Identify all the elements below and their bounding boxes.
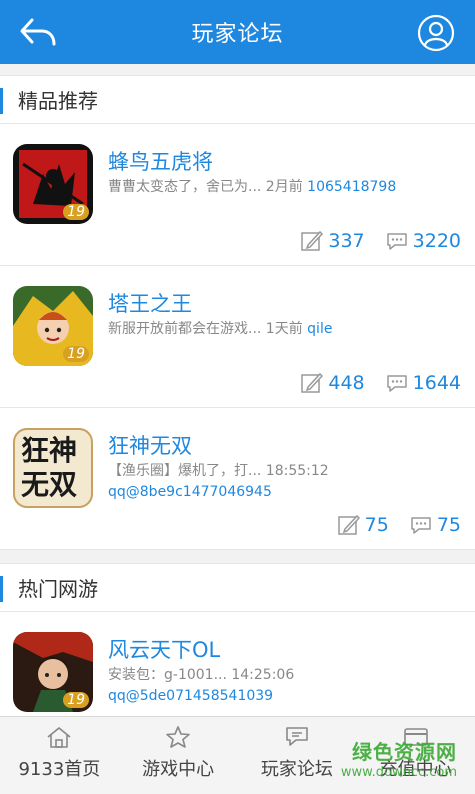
section-title-featured: 精品推荐 [0, 76, 475, 124]
top-bar: 玩家论坛 [0, 0, 475, 64]
game-badge: 19 [63, 346, 89, 362]
game-name: 蜂鸟五虎将 [108, 150, 213, 174]
section-gap [0, 64, 475, 76]
game-icon: 19 [13, 632, 93, 712]
item-stats: 337 3220 [300, 229, 461, 253]
comment-icon [386, 375, 407, 392]
game-icon: 狂神无双 [13, 428, 93, 508]
reply-count: 3220 [385, 229, 461, 253]
game-name: 塔王之王 [108, 292, 192, 316]
nav-item-label: 充值中心 [379, 759, 452, 780]
post-count-value: 448 [328, 372, 365, 394]
game-latest-post-text: 安装包：g-1001... 14:25:06 [108, 667, 295, 683]
comment-icon [411, 517, 431, 534]
edit-icon [337, 514, 360, 535]
post-count: 448 [300, 371, 365, 395]
game-latest-post-user: qq@5de071458541039 [108, 688, 274, 704]
reply-count: 1644 [385, 371, 461, 395]
game-icon: 19 [13, 286, 93, 366]
nav-item-label: 游戏中心 [142, 759, 215, 780]
post-count-value: 75 [364, 514, 389, 536]
game-latest-post: 曹曹太变态了，舍已为... 2月前 1065418798 [108, 176, 396, 196]
game-name: 风云天下OL [108, 638, 221, 662]
nav-item-forum[interactable]: 玩家论坛 [238, 717, 357, 794]
item-stats: 448 1644 [300, 371, 461, 395]
section-gap [0, 550, 475, 564]
page-title: 玩家论坛 [191, 22, 284, 47]
list-item[interactable]: 狂神无双 狂神无双 【渔乐圈】爆机了，打... 18:55:12 qq@8be9… [0, 408, 475, 550]
game-latest-post-text: 【渔乐圈】爆机了，打... 18:55:12 [108, 463, 329, 479]
comment-icon [386, 233, 407, 250]
list-item[interactable]: 19 风云天下OL 安装包：g-1001... 14:25:06 qq@5de0… [0, 612, 475, 716]
nav-item-recharge[interactable]: 充值中心 [356, 717, 475, 794]
post-count-value: 337 [328, 230, 365, 252]
nav-item-home[interactable]: 9133首页 [0, 717, 119, 794]
star-icon [166, 726, 190, 748]
bottom-nav: 9133首页 游戏中心 玩家论坛 充值中心 [0, 716, 475, 794]
post-count: 337 [300, 229, 365, 253]
game-latest-post-user: qile [307, 321, 333, 337]
nav-item-label: 9133首页 [18, 759, 101, 780]
game-icon: 19 [13, 144, 93, 224]
back-icon[interactable] [18, 14, 58, 50]
item-stats: 75 75 [337, 513, 461, 537]
post-count: 75 [337, 513, 389, 537]
game-latest-post-text: 新服开放前都会在游戏... 1天前 [108, 321, 308, 337]
game-name: 狂神无双 [108, 434, 192, 458]
game-badge: 19 [63, 692, 89, 708]
user-icon[interactable] [417, 14, 455, 52]
nav-item-games[interactable]: 游戏中心 [119, 717, 238, 794]
reply-count: 75 [409, 513, 461, 537]
game-latest-post-user: 1065418798 [307, 179, 397, 195]
game-latest-post-user: qq@8be9c1477046945 [108, 484, 272, 500]
list-item[interactable]: 19 蜂鸟五虎将 曹曹太变态了，舍已为... 2月前 1065418798 33… [0, 124, 475, 266]
nav-item-label: 玩家论坛 [260, 759, 333, 780]
home-icon [47, 727, 71, 748]
edit-icon [301, 372, 324, 393]
card-icon [403, 728, 428, 746]
list-item[interactable]: 19 塔王之王 新服开放前都会在游戏... 1天前 qile 448 1644 [0, 266, 475, 408]
game-icon-text: 狂神无双 [21, 434, 78, 501]
game-latest-post-text: 曹曹太变态了，舍已为... 2月前 [108, 179, 308, 195]
app-screen: 玩家论坛 精品推荐 19 蜂鸟五虎将 曹曹太变态了，舍已为... 2月前 106… [0, 0, 475, 794]
reply-count-value: 1644 [412, 372, 461, 394]
edit-icon [301, 230, 324, 251]
chat-icon [286, 727, 308, 746]
game-badge: 19 [63, 204, 89, 220]
game-latest-post: 新服开放前都会在游戏... 1天前 qile [108, 318, 332, 338]
section-title-hot: 热门网游 [0, 564, 475, 612]
content-area: 精品推荐 19 蜂鸟五虎将 曹曹太变态了，舍已为... 2月前 10654187… [0, 64, 475, 716]
reply-count-value: 75 [436, 514, 461, 536]
reply-count-value: 3220 [412, 230, 461, 252]
